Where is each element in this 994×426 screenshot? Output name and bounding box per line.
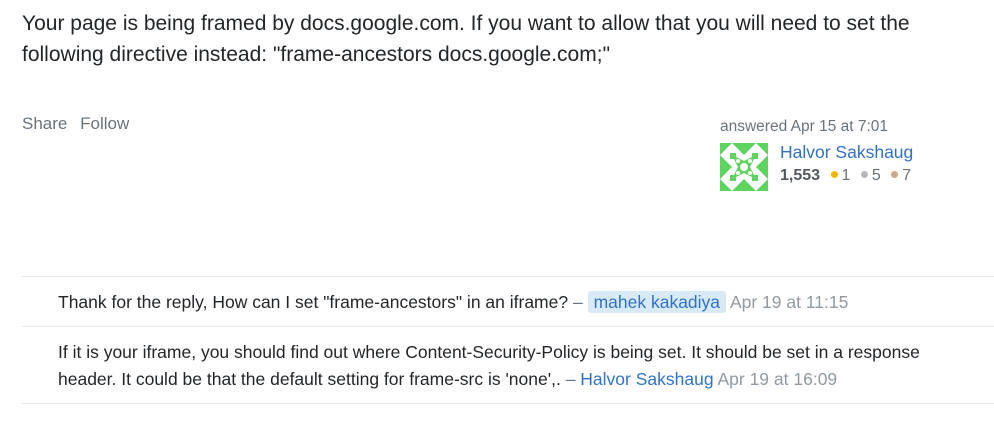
silver-badge-count: 5	[871, 167, 881, 184]
user-name-link[interactable]: Halvor Sakshaug	[780, 142, 913, 162]
comment-user-link[interactable]: Halvor Sakshaug	[580, 369, 713, 389]
comment-user-link[interactable]: mahek kakadiya	[587, 291, 727, 313]
comment-date[interactable]: Apr 19 at 16:09	[717, 369, 837, 389]
reputation-score: 1,553	[780, 167, 821, 184]
answer-body: Your page is being framed by docs.google…	[22, 12, 910, 66]
gold-badge-count: 1	[841, 167, 851, 184]
user-info: Halvor Sakshaug 1,553 1 5 7	[720, 141, 980, 191]
comment: If it is your iframe, you should find ou…	[22, 327, 994, 404]
comment-separator: –	[565, 369, 576, 389]
gold-badge-icon	[830, 171, 838, 178]
comment: Thank for the reply, How can I set "fram…	[22, 277, 994, 327]
silver-badge: 5	[860, 167, 881, 184]
comment-text: Thank for the reply, How can I set "fram…	[58, 292, 569, 312]
comment-separator: –	[572, 292, 583, 312]
reputation-line: 1,553 1 5 7	[780, 165, 917, 187]
gold-badge: 1	[830, 167, 851, 184]
follow-link[interactable]: Follow	[80, 114, 129, 133]
bronze-badge: 7	[891, 167, 911, 184]
user-details: Halvor Sakshaug 1,553 1 5 7	[780, 141, 917, 187]
comment-date[interactable]: Apr 19 at 11:15	[730, 292, 848, 312]
bronze-badge-icon	[891, 171, 899, 178]
post-menu: Share Follow	[22, 114, 137, 134]
user-card: answered Apr 15 at 7:01 Halvor Sakshaug …	[720, 118, 980, 191]
silver-badge-icon	[860, 171, 868, 178]
answered-time: answered Apr 15 at 7:01	[720, 118, 889, 135]
share-link[interactable]: Share	[22, 114, 67, 133]
identicon-avatar-icon[interactable]	[720, 143, 768, 191]
bronze-badge-count: 7	[902, 167, 912, 184]
comments-list: Thank for the reply, How can I set "fram…	[22, 276, 994, 404]
